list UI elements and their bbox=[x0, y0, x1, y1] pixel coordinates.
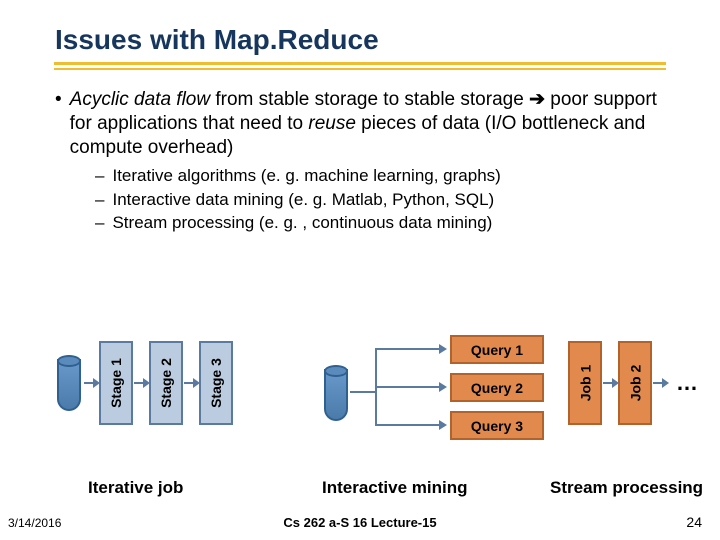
arrow-icon bbox=[439, 344, 447, 354]
interactive-mining-diagram: Query 1 Query 2 Query 3 bbox=[320, 335, 550, 445]
connector-line bbox=[375, 348, 440, 350]
stage-box-3: Stage 3 bbox=[199, 341, 233, 425]
stage-box-1: Stage 1 bbox=[99, 341, 133, 425]
query-box-3: Query 3 bbox=[450, 411, 544, 440]
stage-label: Stage 3 bbox=[208, 358, 224, 408]
query-box-1: Query 1 bbox=[450, 335, 544, 364]
arrow-icon bbox=[134, 382, 148, 384]
arrow-icon bbox=[84, 382, 98, 384]
slide-body: • Acyclic data flow from stable storage … bbox=[55, 88, 675, 235]
dash-icon: – bbox=[95, 165, 104, 186]
sub-bullets: – Iterative algorithms (e. g. machine le… bbox=[95, 165, 675, 233]
arrow-icon bbox=[184, 382, 198, 384]
query-label: Query 1 bbox=[471, 342, 523, 358]
dash-icon: – bbox=[95, 212, 104, 233]
sub-bullet-text: Iterative algorithms (e. g. machine lear… bbox=[112, 165, 500, 186]
arrow-icon bbox=[439, 382, 447, 392]
bullet-italic-1: Acyclic data flow bbox=[70, 89, 210, 110]
caption-stream: Stream processing bbox=[550, 478, 703, 498]
bullet-italic-2: reuse bbox=[308, 113, 356, 134]
query-box-2: Query 2 bbox=[450, 373, 544, 402]
job-label: Job 2 bbox=[627, 365, 643, 402]
arrow-right-icon: ➔ bbox=[529, 89, 545, 110]
slide-title: Issues with Map.Reduce bbox=[55, 24, 379, 56]
job-label: Job 1 bbox=[577, 365, 593, 402]
sub-bullet-3: – Stream processing (e. g. , continuous … bbox=[95, 212, 675, 233]
diagram-area: Stage 1 Stage 2 Stage 3 Query 1 Query 2 … bbox=[0, 335, 720, 485]
stage-label: Stage 2 bbox=[158, 358, 174, 408]
query-label: Query 2 bbox=[471, 380, 523, 396]
sub-bullet-text: Stream processing (e. g. , continuous da… bbox=[112, 212, 492, 233]
arrow-icon bbox=[603, 382, 617, 384]
iterative-job-diagram: Stage 1 Stage 2 Stage 3 bbox=[55, 341, 233, 425]
bullet-dot: • bbox=[55, 88, 62, 112]
connector-line bbox=[350, 391, 375, 393]
footer-page-number: 24 bbox=[686, 514, 702, 530]
connector-line bbox=[375, 386, 440, 388]
sub-bullet-1: – Iterative algorithms (e. g. machine le… bbox=[95, 165, 675, 186]
bullet-main: • Acyclic data flow from stable storage … bbox=[55, 88, 675, 159]
query-label: Query 3 bbox=[471, 418, 523, 434]
bullet-text: Acyclic data flow from stable storage to… bbox=[70, 88, 675, 159]
job-box-2: Job 2 bbox=[618, 341, 652, 425]
connector-line bbox=[375, 424, 440, 426]
job-box-1: Job 1 bbox=[568, 341, 602, 425]
sub-bullet-text: Interactive data mining (e. g. Matlab, P… bbox=[112, 189, 494, 210]
ellipsis: … bbox=[676, 370, 698, 396]
arrow-icon bbox=[653, 382, 667, 384]
caption-iterative: Iterative job bbox=[88, 478, 183, 498]
bullet-plain-1: from stable storage to stable storage bbox=[210, 89, 529, 110]
dash-icon: – bbox=[95, 189, 104, 210]
title-underline bbox=[54, 62, 666, 76]
stage-box-2: Stage 2 bbox=[149, 341, 183, 425]
caption-mining: Interactive mining bbox=[322, 478, 467, 498]
arrow-icon bbox=[439, 420, 447, 430]
database-icon bbox=[57, 355, 81, 411]
slide: Issues with Map.Reduce • Acyclic data fl… bbox=[0, 0, 720, 540]
sub-bullet-2: – Interactive data mining (e. g. Matlab,… bbox=[95, 189, 675, 210]
footer-lecture: Cs 262 a-S 16 Lecture-15 bbox=[0, 515, 720, 530]
stage-label: Stage 1 bbox=[108, 358, 124, 408]
stream-processing-diagram: Job 1 Job 2 … bbox=[568, 341, 698, 425]
database-icon bbox=[324, 365, 348, 421]
